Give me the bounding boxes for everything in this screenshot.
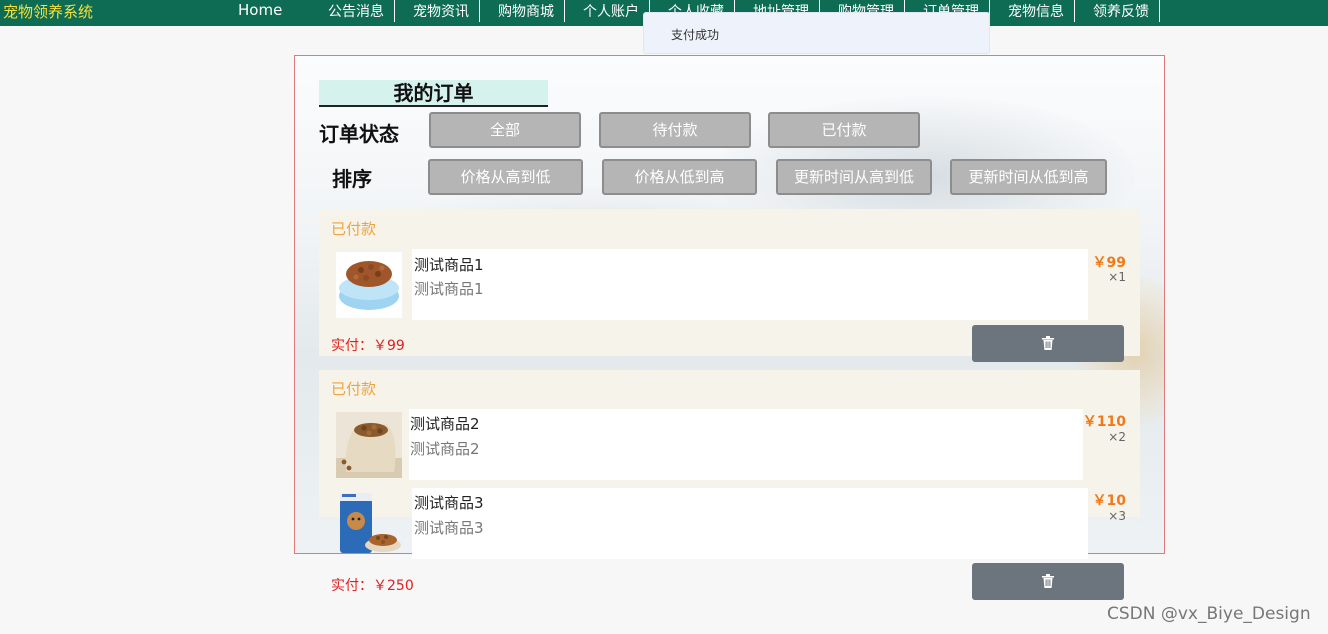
status-filter-label: 订单状态 <box>319 122 399 146</box>
paid-total: 实付：￥250 <box>331 575 414 595</box>
paid-label: 实付： <box>331 578 373 594</box>
brand-title[interactable]: 宠物领养系统 <box>3 1 93 22</box>
product-description: 测试商品1 <box>414 280 484 298</box>
product-name[interactable]: 测试商品2 <box>410 413 480 434</box>
product-quantity: ×1 <box>1108 270 1126 284</box>
nav-shop[interactable]: 购物商城 <box>488 0 565 22</box>
nav-pet-news[interactable]: 宠物资讯 <box>403 0 480 22</box>
sort-label: 排序 <box>332 167 372 191</box>
order-status: 已付款 <box>331 220 377 238</box>
trash-icon <box>1042 574 1054 588</box>
paid-label: 实付： <box>331 338 373 354</box>
product-price: ￥99 <box>1092 255 1126 271</box>
page-title: 我的订单 <box>319 80 548 107</box>
nav-adoption-feedback[interactable]: 领养反馈 <box>1083 0 1160 22</box>
success-toast: 支付成功 <box>643 12 990 54</box>
nav-account[interactable]: 个人账户 <box>573 0 650 22</box>
product-price: ￥110 <box>1082 414 1126 430</box>
product-image[interactable] <box>336 252 402 318</box>
product-quantity: ×3 <box>1108 509 1126 523</box>
trash-icon <box>1042 336 1054 350</box>
product-description: 测试商品3 <box>414 519 484 537</box>
sort-price-desc-button[interactable]: 价格从高到低 <box>428 159 583 195</box>
delete-order-button[interactable] <box>972 325 1124 362</box>
sort-time-asc-button[interactable]: 更新时间从低到高 <box>950 159 1107 195</box>
sort-price-asc-button[interactable]: 价格从低到高 <box>602 159 757 195</box>
nav-pet-info[interactable]: 宠物信息 <box>998 0 1075 22</box>
toast-message: 支付成功 <box>671 28 720 42</box>
nav-announcements[interactable]: 公告消息 <box>318 0 395 22</box>
nav-home[interactable]: Home <box>238 1 282 19</box>
product-price: ￥10 <box>1092 493 1126 509</box>
order-status: 已付款 <box>331 380 377 398</box>
delete-order-button[interactable] <box>972 563 1124 600</box>
filter-unpaid-button[interactable]: 待付款 <box>599 112 751 148</box>
product-image[interactable] <box>336 491 402 557</box>
paid-total: 实付：￥99 <box>331 335 405 355</box>
filter-all-button[interactable]: 全部 <box>429 112 581 148</box>
product-row[interactable] <box>412 488 1088 559</box>
product-row[interactable] <box>412 249 1088 320</box>
product-quantity: ×2 <box>1108 430 1126 444</box>
product-image[interactable] <box>336 412 402 478</box>
product-name[interactable]: 测试商品3 <box>414 492 484 513</box>
filter-paid-button[interactable]: 已付款 <box>768 112 920 148</box>
watermark: CSDN @vx_Biye_Design <box>1107 604 1311 624</box>
product-row[interactable] <box>409 409 1083 480</box>
product-description: 测试商品2 <box>410 440 480 458</box>
paid-amount: ￥99 <box>373 338 405 354</box>
sort-time-desc-button[interactable]: 更新时间从高到低 <box>776 159 932 195</box>
product-name[interactable]: 测试商品1 <box>414 254 484 275</box>
paid-amount: ￥250 <box>373 578 414 594</box>
